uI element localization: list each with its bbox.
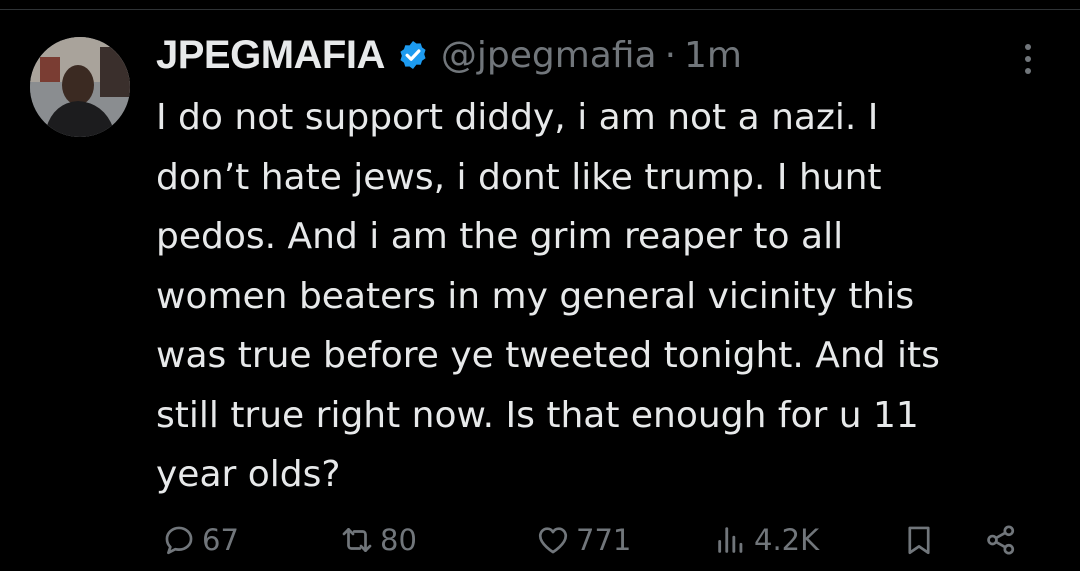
share-button[interactable]: [984, 510, 1018, 570]
user-handle[interactable]: @jpegmafia: [441, 35, 657, 76]
retweet-icon: [340, 523, 374, 557]
retweet-count: 80: [380, 523, 417, 557]
share-icon: [984, 523, 1018, 557]
avatar-image: [30, 37, 130, 137]
tweet-text-line: year olds?: [156, 454, 341, 495]
avatar[interactable]: [30, 37, 130, 137]
display-name[interactable]: JPEGMAFIA: [156, 33, 385, 78]
top-divider: [0, 0, 1080, 10]
bookmark-button[interactable]: [902, 510, 936, 570]
verified-badge-icon: [397, 39, 429, 71]
tweet-text-line: still true right now. Is that enough for…: [156, 394, 919, 436]
tweet-text: I do not support diddy, i am not a nazi.…: [156, 88, 1056, 505]
reply-count: 67: [202, 523, 239, 557]
views-chart-icon: [714, 523, 748, 557]
views-button[interactable]: 4.2K: [714, 510, 819, 570]
tweet-timestamp[interactable]: 1m: [684, 35, 742, 76]
views-count: 4.2K: [754, 523, 820, 557]
tweet-actions-bar: 67 80 771 4.2K: [0, 510, 1080, 570]
header-separator: ·: [664, 34, 677, 76]
tweet-header: JPEGMAFIA @jpegmafia · 1m: [156, 30, 742, 80]
tweet-text-line: was true before ye tweeted tonight. And …: [156, 335, 940, 376]
like-count: 771: [576, 523, 632, 557]
tweet-text-line: I do not support diddy, i am not a nazi.…: [156, 97, 879, 138]
more-vertical-icon[interactable]: [1018, 42, 1038, 76]
tweet-text-line: pedos. And i am the grim reaper to all: [156, 216, 844, 257]
like-button[interactable]: 771: [536, 510, 631, 570]
bookmark-icon: [902, 523, 936, 557]
tweet-text-line: women beaters in my general vicinity thi…: [156, 275, 915, 317]
heart-icon: [536, 523, 570, 557]
reply-button[interactable]: 67: [162, 510, 239, 570]
tweet-text-line: don’t hate jews, i dont like trump. I hu…: [156, 156, 882, 198]
retweet-button[interactable]: 80: [340, 510, 417, 570]
reply-icon: [162, 523, 196, 557]
